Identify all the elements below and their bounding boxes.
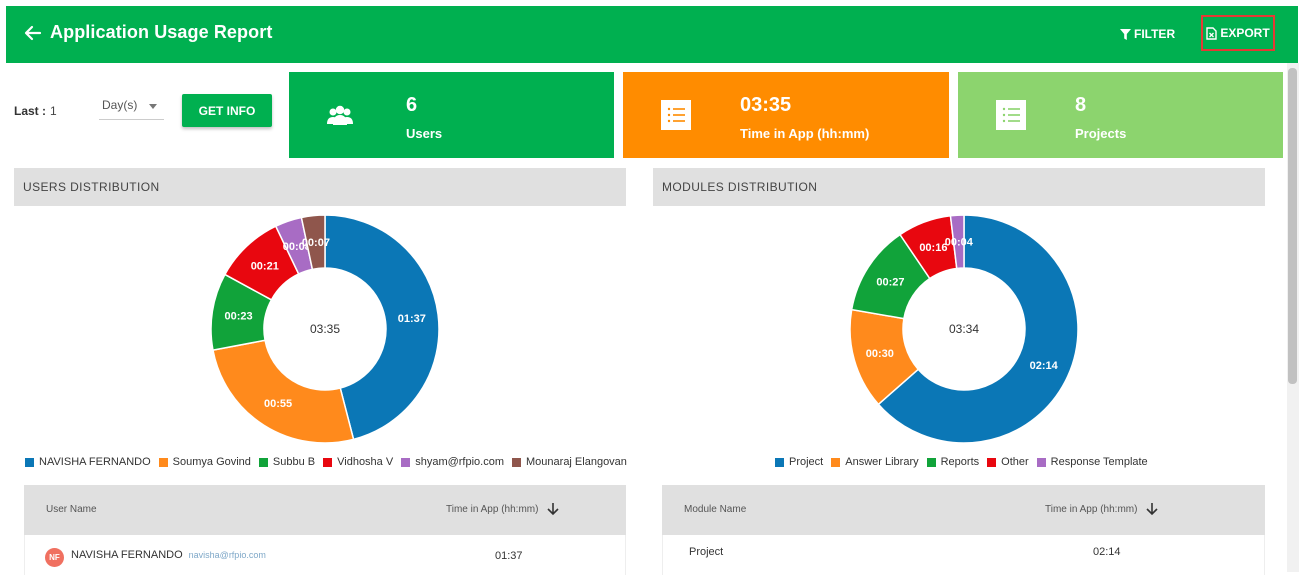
- modules-legend-swatch: [987, 457, 997, 467]
- list-icon: [996, 100, 1026, 130]
- export-file-icon: [1206, 26, 1218, 40]
- users-count-card: 6 Users: [289, 72, 614, 158]
- last-value-input[interactable]: 1: [50, 104, 57, 118]
- time-column-header[interactable]: Time in App (hh:mm): [446, 502, 560, 516]
- row-time: 01:37: [495, 550, 523, 562]
- module-name-column-header: Module Name: [684, 504, 747, 515]
- modules-legend-swatch: [1036, 457, 1046, 467]
- users-distribution-heading: USERS DISTRIBUTION: [14, 168, 626, 206]
- modules-legend-label: Response Template: [1050, 456, 1148, 468]
- users-legend-item[interactable]: NAVISHA FERNANDO: [25, 456, 151, 468]
- modules-slice-label-4: 00:04: [945, 237, 974, 249]
- modules-distribution-heading: MODULES DISTRIBUTION: [653, 168, 1265, 206]
- projects-count-card: 8 Projects: [958, 72, 1283, 158]
- users-slice-label-0: 01:37: [398, 313, 426, 325]
- users-legend-label: Soumya Govind: [172, 456, 251, 468]
- sort-down-icon[interactable]: [1145, 502, 1159, 516]
- time-in-app-value: 03:35: [740, 94, 792, 116]
- projects-count-label: Projects: [1075, 126, 1127, 141]
- users-legend-label: shyam@rfpio.com: [415, 456, 505, 468]
- avatar: NF: [45, 548, 64, 567]
- users-legend-item[interactable]: Vidhosha V: [323, 456, 393, 468]
- users-legend-label: Mounaraj Elangovan: [526, 456, 627, 468]
- time-column-header[interactable]: Time in App (hh:mm): [1045, 502, 1159, 516]
- user-email: navisha@rfpio.com: [188, 550, 266, 560]
- users-table: User Name Time in App (hh:mm) NF NAVISHA…: [24, 485, 626, 575]
- modules-legend-label: Project: [789, 456, 824, 468]
- list-icon: [661, 100, 691, 130]
- users-icon: [327, 105, 353, 125]
- scrollbar-thumb[interactable]: [1288, 68, 1297, 384]
- modules-legend-swatch: [831, 457, 841, 467]
- projects-count-value: 8: [1075, 94, 1087, 116]
- users-count-label: Users: [406, 126, 443, 141]
- back-arrow-icon[interactable]: [23, 23, 43, 43]
- modules-legend-label: Answer Library: [845, 456, 919, 468]
- modules-legend-item[interactable]: Project: [775, 456, 823, 468]
- filter-icon: [1120, 28, 1131, 40]
- users-slice-label-3: 00:21: [251, 261, 279, 273]
- time-in-app-label: Time in App (hh:mm): [740, 126, 870, 141]
- users-legend-item[interactable]: shyam@rfpio.com: [401, 456, 504, 468]
- time-in-app-card: 03:35 Time in App (hh:mm): [623, 72, 949, 158]
- users-legend-label: NAVISHA FERNANDO: [39, 456, 151, 468]
- modules-total-label: 03:34: [948, 322, 980, 336]
- page-title: Application Usage Report: [50, 22, 273, 42]
- users-legend-swatch: [258, 457, 268, 467]
- last-label: Last :: [14, 104, 47, 118]
- unit-select[interactable]: Day(s): [99, 98, 164, 120]
- time-column-header-label: Time in App (hh:mm): [446, 503, 539, 515]
- caret-down-icon: [149, 104, 157, 109]
- users-table-header: User Name Time in App (hh:mm): [24, 485, 626, 535]
- export-button[interactable]: EXPORT: [1201, 15, 1275, 51]
- modules-slice-label-3: 00:16: [919, 242, 947, 254]
- filter-label: FILTER: [1134, 27, 1176, 41]
- users-legend-swatch: [401, 457, 411, 467]
- users-legend-swatch: [25, 457, 34, 467]
- modules-legend-swatch: [775, 457, 784, 467]
- users-legend-item[interactable]: Soumya Govind: [158, 456, 251, 468]
- users-slice-label-5: 00:07: [302, 237, 330, 249]
- users-legend-swatch: [158, 457, 168, 467]
- get-info-button[interactable]: GET INFO: [182, 94, 272, 127]
- modules-legend-item[interactable]: Answer Library: [831, 456, 919, 468]
- users-legend-swatch: [512, 457, 522, 467]
- users-legend-label: Vidhosha V: [337, 456, 394, 468]
- modules-table-header: Module Name Time in App (hh:mm): [662, 485, 1265, 535]
- users-legend-swatch: [323, 457, 333, 467]
- row-module-name: Project: [689, 546, 724, 558]
- unit-select-value: Day(s): [102, 98, 138, 112]
- header-bar: Application Usage Report FILTER EXPORT: [6, 6, 1298, 63]
- user-name-column-header: User Name: [46, 504, 97, 515]
- modules-legend-label: Other: [1001, 456, 1029, 468]
- modules-slice-label-1: 00:30: [866, 348, 894, 360]
- export-label: EXPORT: [1220, 26, 1270, 40]
- modules-legend-item[interactable]: Other: [987, 456, 1029, 468]
- modules-slice-label-0: 02:14: [1030, 360, 1059, 372]
- users-count-value: 6: [406, 94, 418, 116]
- modules-legend-swatch: [926, 457, 936, 467]
- users-slice-label-2: 00:23: [224, 310, 252, 322]
- modules-legend: Project Answer Library Reports Other Respons…: [775, 456, 1156, 468]
- user-name: NAVISHA FERNANDO: [71, 549, 183, 561]
- users-legend-item[interactable]: Subbu B: [258, 456, 316, 468]
- users-legend-item[interactable]: Mounaraj Elangovan: [512, 456, 627, 468]
- filter-button[interactable]: FILTER: [1120, 27, 1175, 41]
- modules-table: Module Name Time in App (hh:mm) Project …: [662, 485, 1265, 575]
- modules-legend-item[interactable]: Response Template: [1036, 456, 1148, 468]
- modules-slice-label-2: 00:27: [876, 277, 904, 289]
- users-slice-label-1: 00:55: [264, 398, 292, 410]
- table-row[interactable]: Project 02:14: [662, 535, 1265, 575]
- time-column-header-label: Time in App (hh:mm): [1045, 503, 1138, 515]
- modules-legend-item[interactable]: Reports: [926, 456, 980, 468]
- users-slice-1[interactable]: [212, 339, 355, 444]
- users-total-label: 03:35: [309, 322, 341, 336]
- table-row[interactable]: NF NAVISHA FERNANDO navisha@rfpio.com 01:…: [24, 535, 626, 575]
- row-time: 02:14: [1093, 546, 1121, 558]
- users-legend-label: Subbu B: [272, 456, 316, 468]
- users-legend: NAVISHA FERNANDO Soumya Govind Subbu B Vidh…: [25, 456, 635, 468]
- row-user-name: NAVISHA FERNANDO navisha@rfpio.com: [71, 549, 266, 561]
- modules-legend-label: Reports: [940, 456, 980, 468]
- sort-down-icon[interactable]: [546, 502, 560, 516]
